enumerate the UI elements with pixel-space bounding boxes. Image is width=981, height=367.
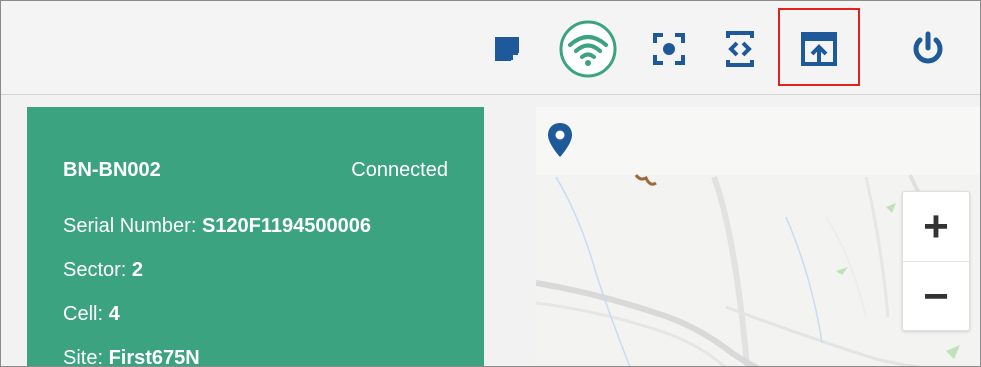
status-badge: Connected [351,159,448,181]
sector-field: Sector: 2 [63,259,143,282]
site-value: First675N [108,347,200,367]
map-view[interactable]: + − [536,107,980,366]
sector-value: 2 [131,259,144,281]
upload-button[interactable] [798,29,840,69]
location-pin-icon[interactable] [548,123,572,157]
device-card[interactable]: BN-BN002 Connected Serial Number: S120F1… [27,107,484,367]
device-name: BN-BN002 [63,159,161,181]
serial-number-field: Serial Number: S120F1194500006 [63,215,371,238]
app-window: BN-BN002 Connected Serial Number: S120F1… [0,0,981,367]
cell-label: Cell: [63,303,109,325]
main-content: BN-BN002 Connected Serial Number: S120F1… [1,96,980,367]
note-button[interactable] [489,31,525,67]
zoom-out-button[interactable]: − [903,262,969,332]
zoom-in-button[interactable]: + [903,192,969,262]
wifi-button[interactable] [558,19,618,79]
code-button[interactable] [722,29,758,69]
site-field: Site: First675N [63,347,200,367]
sector-label: Sector: [63,259,132,281]
site-label: Site: [63,347,109,367]
code-icon [726,31,754,67]
zoom-control: + − [902,191,970,331]
cell-field: Cell: 4 [63,303,120,326]
wifi-icon [559,20,617,78]
power-icon [913,31,943,64]
focus-button[interactable] [651,31,687,67]
serial-number-value: S120F1194500006 [201,215,371,237]
power-button[interactable] [908,29,948,69]
card-header: BN-BN002 Connected [63,159,448,182]
toolbar [1,1,980,95]
focus-icon [653,33,685,65]
serial-number-label: Serial Number: [63,215,202,237]
upload-icon [801,32,837,66]
cell-value: 4 [108,303,120,325]
note-icon [495,37,519,61]
